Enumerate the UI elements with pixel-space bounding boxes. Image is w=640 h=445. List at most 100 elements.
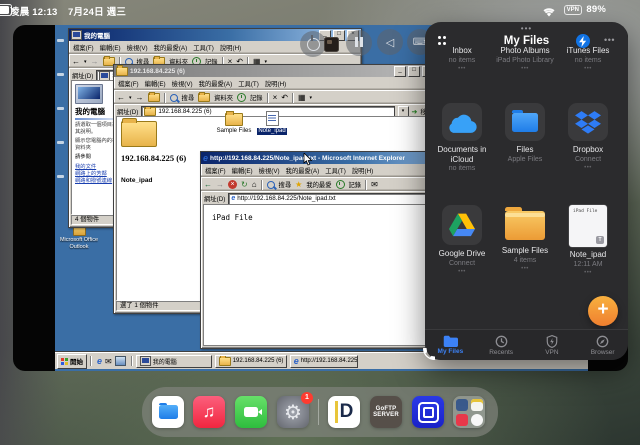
menu-file[interactable]: 檔案(F) xyxy=(73,43,94,52)
menu-tools[interactable]: 工具(T) xyxy=(238,79,259,88)
item-dropbox[interactable]: DropboxConnect••• xyxy=(557,103,619,173)
stop-button[interactable]: × xyxy=(228,180,237,189)
favorites-icon: ★ xyxy=(295,180,302,189)
minimize-button[interactable]: _ xyxy=(394,66,406,77)
dock-music-app[interactable]: ♫ xyxy=(193,396,225,428)
battery-icon xyxy=(0,4,12,16)
dock-remote-app[interactable] xyxy=(412,396,444,428)
item-photo-albums[interactable]: Photo AlbumsiPad Photo Library••• xyxy=(494,46,556,74)
menu-file[interactable]: 檔案(F) xyxy=(205,166,226,175)
taskbar-task-ftp[interactable]: 192.168.84.225 (6) xyxy=(215,355,287,368)
panel-drag-handle[interactable]: ••• xyxy=(425,24,628,33)
add-button[interactable]: + xyxy=(588,296,618,326)
concentric-squares-icon xyxy=(418,402,439,423)
address-label: 網址(D) xyxy=(117,107,138,116)
tab-vpn[interactable]: VPN xyxy=(527,330,578,360)
item-documents-in-icloud[interactable]: Documents in iCloudno items xyxy=(431,103,493,173)
item-sample-files[interactable]: Sample Files4 items••• xyxy=(494,205,556,274)
back-button[interactable]: ← xyxy=(117,93,125,103)
pause-button[interactable] xyxy=(346,30,372,56)
item-note-ipad[interactable]: iPad File T Note_ipad12:11 AM••• xyxy=(557,205,619,278)
ie-quicklaunch-icon[interactable]: e xyxy=(97,357,102,366)
ftp-menubar: 檔案(F) 編輯(E) 檢視(V) 我的最愛(A) 工具(T) 說明(H) xyxy=(114,77,436,90)
menu-tools[interactable]: 工具(T) xyxy=(193,43,214,52)
text-file-badge: T xyxy=(596,236,604,244)
back-dropdown[interactable]: ▾ xyxy=(129,95,132,101)
phone-icon[interactable] xyxy=(421,346,437,367)
refresh-button[interactable]: ↻ xyxy=(241,180,248,190)
ie-icon: e xyxy=(203,154,208,163)
delete-button[interactable]: × xyxy=(273,93,278,103)
session-thumbnail-button[interactable] xyxy=(324,37,339,52)
item-itunes-files[interactable]: iTunes Filesno items••• xyxy=(557,46,619,74)
more-button[interactable]: ••• xyxy=(604,35,615,45)
mail-button[interactable]: ✉ xyxy=(371,180,378,190)
forward-button[interactable]: → xyxy=(216,180,224,190)
mail-quicklaunch-icon[interactable]: ✉ xyxy=(105,357,112,366)
back-control-button[interactable]: ◁ xyxy=(377,29,403,55)
tab-recents[interactable]: Recents xyxy=(476,330,527,360)
taskbar-task-ie[interactable]: ehttp://192.168.84.225/N... xyxy=(290,355,358,368)
history-button[interactable]: 記錄 xyxy=(349,180,362,189)
item-inbox[interactable]: Inboxno items••• xyxy=(431,46,493,74)
file-note-ipad[interactable]: Note_ipad xyxy=(252,111,292,135)
power-button[interactable] xyxy=(300,31,326,57)
search-button[interactable]: 搜尋 xyxy=(279,180,292,189)
files-folder-icon xyxy=(159,405,178,419)
menu-edit[interactable]: 編輯(E) xyxy=(145,79,166,88)
go-arrow-icon: ➔ xyxy=(412,108,418,116)
start-button[interactable]: 開始 xyxy=(57,354,87,369)
menu-view[interactable]: 檢視(V) xyxy=(127,43,148,52)
menu-edit[interactable]: 編輯(E) xyxy=(232,166,253,175)
menu-help[interactable]: 說明(H) xyxy=(265,79,286,88)
menu-view[interactable]: 檢視(V) xyxy=(259,166,280,175)
back-button[interactable]: ← xyxy=(204,180,212,190)
menu-favorites[interactable]: 我的最愛(A) xyxy=(199,79,233,88)
favorites-button[interactable]: 我的最愛 xyxy=(306,180,331,189)
item-google-drive[interactable]: Google DriveConnect••• xyxy=(431,205,493,277)
ie-title: http://192.168.84.225/Note_ipad.txt - Mi… xyxy=(210,155,435,162)
ftp-titlebar[interactable]: 192.168.84.225 (6) _ □ × xyxy=(114,65,436,77)
my-computer-title: 我的電腦 xyxy=(84,30,317,40)
home-button[interactable]: ⌂ xyxy=(252,180,257,190)
desktop-icon-label-fragment xyxy=(57,175,64,178)
dock-facetime-app[interactable] xyxy=(235,396,267,428)
folder-tab-icon xyxy=(443,335,458,347)
dock-settings-app[interactable]: ⚙ 1 xyxy=(277,396,309,428)
menu-help[interactable]: 說明(H) xyxy=(220,43,241,52)
menu-favorites[interactable]: 我的最愛(A) xyxy=(154,43,188,52)
folders-button[interactable]: 資料夾 xyxy=(214,93,233,102)
dropbox-icon xyxy=(568,103,608,141)
up-folder-button[interactable] xyxy=(148,93,160,102)
forward-button[interactable]: → xyxy=(136,93,144,103)
menu-edit[interactable]: 編輯(E) xyxy=(100,43,121,52)
views-dropdown[interactable]: ▾ xyxy=(310,95,313,101)
item-files[interactable]: FilesApple Files xyxy=(494,103,556,164)
tab-browser[interactable]: Browser xyxy=(577,330,628,360)
history-button[interactable]: 記錄 xyxy=(250,93,263,102)
menu-file[interactable]: 檔案(F) xyxy=(118,79,139,88)
file-sample-files[interactable]: Sample Files xyxy=(214,113,254,135)
my-computer-icon xyxy=(71,30,82,40)
back-triangle-icon: ◁ xyxy=(386,36,394,49)
documents-logo: D xyxy=(335,401,354,423)
search-button[interactable]: 搜尋 xyxy=(182,93,195,102)
app-library-mini-icons xyxy=(456,399,483,426)
back-dropdown[interactable]: ▾ xyxy=(84,57,87,67)
views-button[interactable]: ▦ xyxy=(298,93,306,103)
maximize-button[interactable]: □ xyxy=(408,66,420,77)
dock-files-app[interactable] xyxy=(152,396,184,428)
menu-help[interactable]: 說明(H) xyxy=(352,166,373,175)
show-desktop-icon[interactable] xyxy=(115,356,126,366)
menu-view[interactable]: 檢視(V) xyxy=(172,79,193,88)
taskbar-task-my-computer[interactable]: 我的電腦 xyxy=(136,355,212,368)
dock-goftp-app[interactable]: GoFTPSERVER xyxy=(370,396,402,428)
back-button[interactable]: ← xyxy=(72,57,80,67)
gear-icon: ⚙ xyxy=(284,400,302,425)
forward-button[interactable]: → xyxy=(91,57,99,67)
undo-button[interactable]: ↶ xyxy=(281,93,288,103)
dock-app-library[interactable] xyxy=(453,396,485,428)
menu-tools[interactable]: 工具(T) xyxy=(325,166,346,175)
files-folder-icon xyxy=(505,103,545,141)
dock-documents-app[interactable]: D xyxy=(328,396,360,428)
